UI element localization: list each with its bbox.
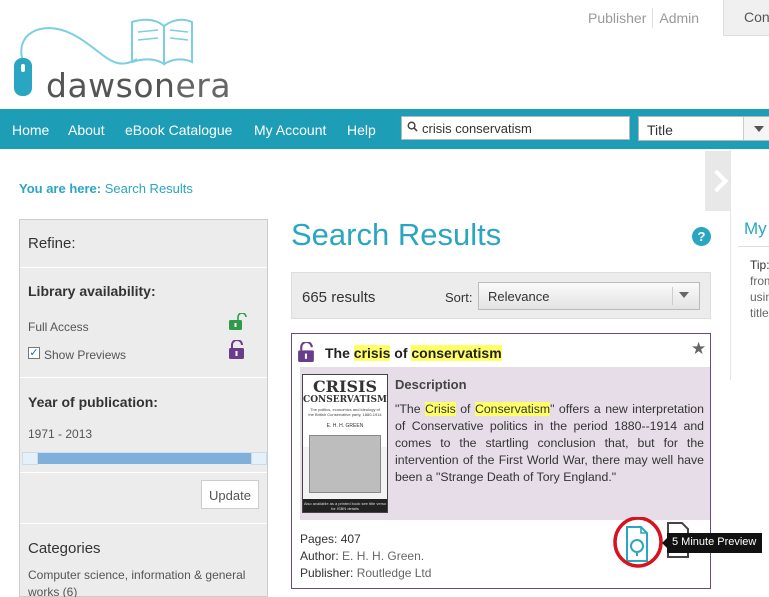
- preview-tooltip: 5 Minute Preview: [662, 533, 762, 553]
- tip-box: Tip: from usin title: [738, 246, 769, 328]
- description-text: "The Crisis of Conservatism" offers a ne…: [395, 402, 704, 484]
- category-item[interactable]: Computer science, information & general …: [28, 567, 260, 597]
- divider: [20, 523, 267, 524]
- publisher-link[interactable]: Publisher: [588, 10, 652, 26]
- panel-toggle-arrow-icon[interactable]: [705, 151, 731, 211]
- tip-line: usin: [750, 290, 769, 304]
- slider-handle-min[interactable]: [22, 452, 38, 465]
- right-panel-title: My: [744, 219, 767, 238]
- search-value: crisis conservatism: [422, 121, 532, 136]
- slider-handle-max[interactable]: [251, 452, 267, 465]
- unlocked-purple-icon: [298, 342, 314, 362]
- year-slider[interactable]: [22, 452, 267, 465]
- show-previews-checkbox[interactable]: ✓: [28, 347, 40, 359]
- divider: [652, 8, 654, 28]
- unlocked-green-icon: [229, 313, 247, 330]
- description-area: CRISIS CONSERVATISM The politics, econom…: [300, 367, 710, 520]
- chevron-down-icon: [743, 117, 769, 140]
- divider: [730, 150, 731, 380]
- contact-button[interactable]: Con: [723, 0, 769, 36]
- availability-heading: Library availability:: [28, 283, 156, 299]
- pages-value: 407: [340, 532, 361, 546]
- book-cover-image[interactable]: CRISIS CONSERVATISM The politics, econom…: [302, 374, 388, 513]
- results-toolbar: 665 results Sort: Relevance: [291, 272, 711, 319]
- admin-link[interactable]: Admin: [659, 10, 705, 26]
- show-previews-label[interactable]: Show Previews: [44, 348, 126, 362]
- refine-header: Refine:: [20, 220, 267, 268]
- breadcrumb-prefix: You are here:: [19, 181, 102, 196]
- description-heading: Description: [395, 377, 467, 392]
- breadcrumb: You are here: Search Results: [19, 181, 193, 196]
- search-input[interactable]: crisis conservatism: [401, 116, 630, 140]
- tip-line: Tip:: [750, 258, 769, 272]
- tip-line: title: [750, 306, 769, 320]
- full-access-label[interactable]: Full Access: [28, 320, 89, 334]
- search-field-value: Title: [647, 122, 673, 138]
- search-icon: [407, 121, 418, 132]
- star-icon[interactable]: ★: [691, 339, 706, 359]
- page-title: Search Results: [291, 217, 502, 252]
- nav-about[interactable]: About: [68, 122, 105, 138]
- sort-select[interactable]: Relevance: [478, 282, 700, 310]
- refine-title: Refine:: [28, 235, 76, 252]
- nav-help[interactable]: Help: [347, 122, 376, 138]
- categories-heading: Categories: [28, 540, 101, 557]
- year-heading: Year of publication:: [28, 394, 158, 410]
- publisher-value: Routledge Ltd: [356, 566, 432, 580]
- refine-sidebar: Refine: Library availability: Full Acces…: [19, 219, 268, 597]
- result-metadata: Pages: 407 Author: E. H. H. Green. Publi…: [300, 532, 432, 580]
- chevron-down-icon: [672, 287, 689, 305]
- nav-ebook-catalogue[interactable]: eBook Catalogue: [125, 122, 232, 138]
- logo-wordmark: dawsonera: [46, 66, 232, 105]
- results-count: 665 results: [302, 289, 376, 306]
- divider: [20, 472, 267, 473]
- year-range: 1971 - 2013: [28, 427, 93, 441]
- search-field-select[interactable]: Title: [638, 116, 769, 141]
- sort-label: Sort:: [445, 290, 473, 305]
- update-button[interactable]: Update: [201, 480, 259, 509]
- result-title-link[interactable]: The crisis of conservatism: [325, 345, 502, 361]
- tip-line: from: [750, 274, 769, 288]
- nav-my-account[interactable]: My Account: [254, 122, 326, 138]
- unlocked-purple-icon: [229, 340, 244, 359]
- nav-home[interactable]: Home: [12, 122, 49, 138]
- top-links: Publisher Admin: [588, 8, 705, 28]
- help-icon[interactable]: ?: [692, 227, 711, 246]
- availability-section: Library availability: Full Access ✓ Show…: [20, 268, 267, 378]
- author-value: E. H. H. Green.: [342, 549, 425, 563]
- sort-value: Relevance: [488, 289, 550, 304]
- breadcrumb-current[interactable]: Search Results: [105, 181, 193, 196]
